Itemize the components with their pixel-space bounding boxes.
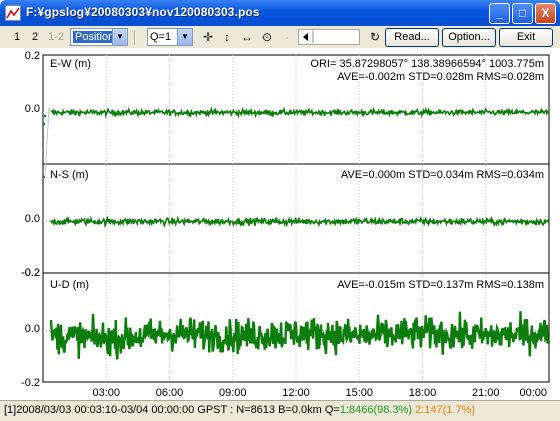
fit-vertical-icon[interactable]: ↕ bbox=[218, 29, 236, 46]
status-prefix: [1]2008/03/03 00:03:10-03/04 00:00:00 GP… bbox=[4, 404, 340, 416]
plot-type-select[interactable]: Position ▼ bbox=[70, 28, 128, 46]
status-q1: 1:8466(98.3%) bbox=[339, 404, 413, 416]
minimize-icon: _ bbox=[496, 6, 503, 20]
panel-label-ew: E-W (m) bbox=[50, 58, 91, 70]
x-tick-label: 12:00 bbox=[282, 387, 310, 399]
x-tick-label: 09:00 bbox=[219, 387, 247, 399]
y-tick-label: 0.0 bbox=[25, 323, 40, 335]
show-point-icon[interactable]: · bbox=[278, 29, 296, 46]
x-tick-label: 00:00 bbox=[519, 387, 547, 399]
app-icon[interactable] bbox=[5, 5, 21, 21]
plot-2-button[interactable]: 2 bbox=[28, 29, 42, 46]
chevron-down-icon: ▼ bbox=[177, 29, 192, 45]
x-axis-ticks: 03:00 06:00 09:00 12:00 15:00 18:00 21:00 00:00 bbox=[92, 387, 547, 399]
chevron-down-icon: ▼ bbox=[112, 29, 127, 45]
crosshair-icon[interactable]: ✛ bbox=[199, 29, 217, 46]
panel-label-ns: N-S (m) bbox=[50, 169, 89, 181]
outlier-point bbox=[42, 122, 46, 126]
x-tick-label: 21:00 bbox=[472, 387, 500, 399]
status-q2: 2:147(1.7%) bbox=[415, 404, 476, 416]
plot-1-2-button[interactable]: 1-2 bbox=[46, 29, 66, 46]
y-tick-label: 0.2 bbox=[25, 50, 40, 62]
toolbar-separator bbox=[134, 30, 136, 45]
refresh-icon[interactable]: ↻ bbox=[366, 29, 384, 46]
y-tick-label: 0.0 bbox=[25, 213, 40, 225]
rtkplot-window: F:¥gpslog¥20080303¥nov120080303.pos _ □ … bbox=[0, 0, 560, 421]
x-tick-label: 18:00 bbox=[409, 387, 437, 399]
toolbar: 1 2 1-2 Position ▼ Q=1 ▼ ✛ ↕ ↔ ⊙ · ↻ Rea… bbox=[0, 26, 560, 49]
maximize-button[interactable]: □ bbox=[512, 3, 533, 24]
close-icon: X bbox=[541, 6, 550, 20]
option-button[interactable]: Option... bbox=[442, 28, 496, 47]
y-tick-label: 0.0 bbox=[25, 103, 40, 115]
stats-ud: AVE=-0.015m STD=0.137m RMS=0.138m bbox=[337, 279, 544, 291]
read-button[interactable]: Read... bbox=[385, 28, 439, 47]
minimize-button[interactable]: _ bbox=[489, 3, 510, 24]
center-origin-icon[interactable]: ⊙ bbox=[258, 29, 276, 46]
plot-type-value: Position bbox=[73, 31, 117, 43]
fit-horizontal-icon[interactable]: ↔ bbox=[238, 29, 256, 46]
stats-ew: AVE=-0.002m STD=0.028m RMS=0.028m bbox=[337, 71, 544, 83]
plot-area[interactable]: 0.2 0.0 -0.2 0.0 -0.2 0.0 -0.2 E-W (m) O… bbox=[0, 48, 560, 400]
outlier-point bbox=[43, 114, 47, 118]
y-tick-label: -0.2 bbox=[21, 377, 40, 389]
x-tick-label: 06:00 bbox=[156, 387, 184, 399]
title-bar[interactable]: F:¥gpslog¥20080303¥nov120080303.pos _ □ … bbox=[0, 0, 560, 26]
status-bar: [1]2008/03/03 00:03:10-03/04 00:00:00 GP… bbox=[0, 400, 560, 421]
stats-ns: AVE=0.000m STD=0.034m RMS=0.034m bbox=[341, 169, 544, 181]
panel-label-ud: U-D (m) bbox=[50, 279, 89, 291]
maximize-icon: □ bbox=[518, 6, 527, 20]
x-tick-label: 03:00 bbox=[92, 387, 120, 399]
exit-button[interactable]: Exit bbox=[499, 28, 553, 47]
position-plot[interactable]: 0.2 0.0 -0.2 0.0 -0.2 0.0 -0.2 E-W (m) O… bbox=[0, 48, 560, 400]
quality-select[interactable]: Q=1 ▼ bbox=[147, 28, 193, 46]
x-tick-label: 15:00 bbox=[345, 387, 373, 399]
origin-readout: ORI= 35.87298057° 138.38966594° 1003.775… bbox=[310, 58, 544, 70]
close-button[interactable]: X bbox=[535, 3, 556, 24]
window-title: F:¥gpslog¥20080303¥nov120080303.pos bbox=[26, 5, 260, 19]
y-tick-label: -0.2 bbox=[21, 267, 40, 279]
scrollbar-arrows bbox=[303, 31, 314, 43]
quality-value: Q=1 bbox=[150, 31, 172, 43]
plot-1-button[interactable]: 1 bbox=[10, 29, 24, 46]
status-text: [1]2008/03/03 00:03:10-03/04 00:00:00 GP… bbox=[4, 404, 475, 416]
time-scroll-bar[interactable] bbox=[298, 29, 360, 45]
